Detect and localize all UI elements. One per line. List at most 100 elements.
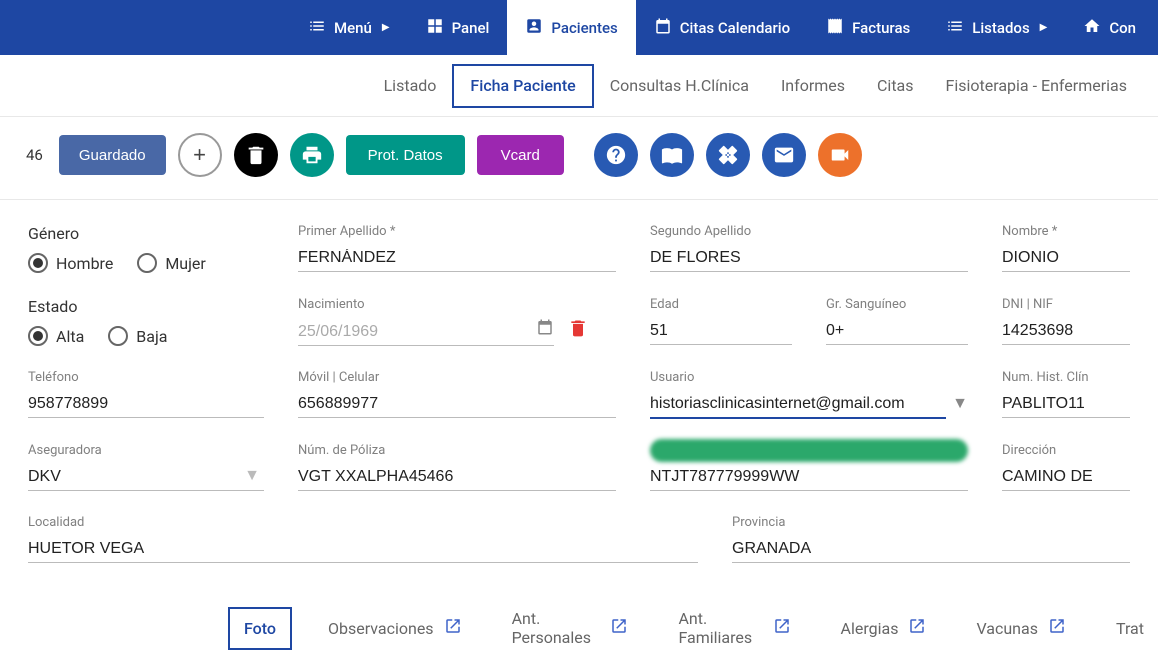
add-button[interactable]: + bbox=[178, 133, 222, 177]
num-hist-field[interactable] bbox=[1002, 391, 1130, 418]
open-external-icon[interactable] bbox=[908, 617, 926, 639]
sub-navigation: Listado Ficha Paciente Consultas H.Clíni… bbox=[0, 55, 1158, 117]
detail-tabs: Foto Observaciones Ant. Personales Ant. … bbox=[0, 589, 1158, 657]
chevron-right-icon: ▶ bbox=[1040, 22, 1048, 33]
radio-baja[interactable]: Baja bbox=[108, 326, 167, 346]
print-button[interactable] bbox=[290, 133, 334, 177]
help-button[interactable] bbox=[594, 133, 638, 177]
localidad-label: Localidad bbox=[28, 515, 698, 530]
nav-facturas-label: Facturas bbox=[852, 19, 910, 37]
prot-datos-button[interactable]: Prot. Datos bbox=[346, 135, 465, 175]
toolbar: 46 Guardado + Prot. Datos Vcard bbox=[0, 117, 1158, 200]
open-external-icon[interactable] bbox=[773, 617, 791, 639]
nav-listados[interactable]: Listados ▶ bbox=[928, 0, 1065, 55]
home-icon bbox=[1083, 17, 1101, 39]
list-icon bbox=[946, 17, 964, 39]
nombre-field[interactable] bbox=[1002, 245, 1130, 272]
nav-panel[interactable]: Panel bbox=[408, 0, 508, 55]
tab-ant-personales[interactable]: Ant. Personales bbox=[498, 599, 643, 657]
nav-menu[interactable]: Menú ▶ bbox=[290, 0, 408, 55]
subnav-informes[interactable]: Informes bbox=[765, 64, 861, 108]
open-external-icon[interactable] bbox=[610, 617, 628, 639]
radio-alta[interactable]: Alta bbox=[28, 326, 84, 346]
nacimiento-label: Nacimiento bbox=[298, 297, 616, 312]
book-button[interactable] bbox=[650, 133, 694, 177]
nav-config[interactable]: Con bbox=[1065, 0, 1154, 55]
tab-foto[interactable]: Foto bbox=[228, 607, 292, 650]
nacimiento-field[interactable] bbox=[298, 319, 554, 346]
patient-form: Género Hombre Mujer Primer Apellido * Se… bbox=[0, 200, 1158, 589]
nombre-label: Nombre * bbox=[1002, 224, 1130, 239]
aseguradora-label: Aseguradora bbox=[28, 443, 264, 458]
nav-pacientes-label: Pacientes bbox=[551, 19, 617, 37]
num-poliza-field[interactable] bbox=[298, 464, 616, 491]
segundo-apellido-field[interactable] bbox=[650, 245, 968, 272]
top-navigation: Menú ▶ Panel Pacientes Citas Calendario … bbox=[0, 0, 1158, 55]
nav-facturas[interactable]: Facturas bbox=[808, 0, 928, 55]
list-icon bbox=[308, 17, 326, 39]
tab-alergias[interactable]: Alergias bbox=[827, 607, 941, 649]
nav-panel-label: Panel bbox=[452, 19, 490, 37]
edad-field[interactable] bbox=[650, 318, 792, 345]
grid-icon bbox=[426, 17, 444, 39]
tab-vacunas[interactable]: Vacunas bbox=[962, 607, 1080, 649]
open-external-icon[interactable] bbox=[444, 617, 462, 639]
usuario-label: Usuario bbox=[650, 370, 968, 385]
calendar-icon[interactable] bbox=[536, 318, 554, 340]
nav-listados-label: Listados bbox=[972, 19, 1029, 37]
segundo-apellido-label: Segundo Apellido bbox=[650, 224, 968, 239]
calendar-icon bbox=[654, 17, 672, 39]
nav-menu-label: Menú bbox=[334, 19, 372, 37]
subnav-ficha-paciente[interactable]: Ficha Paciente bbox=[452, 64, 593, 108]
bandage-button[interactable] bbox=[706, 133, 750, 177]
provincia-field[interactable] bbox=[732, 536, 1130, 563]
genero-label: Género bbox=[28, 224, 264, 243]
radio-hombre[interactable]: Hombre bbox=[28, 253, 113, 273]
chevron-right-icon: ▶ bbox=[382, 22, 390, 33]
movil-field[interactable] bbox=[298, 391, 616, 418]
save-button[interactable]: Guardado bbox=[59, 135, 166, 175]
vcard-button[interactable]: Vcard bbox=[477, 135, 564, 175]
email-button[interactable] bbox=[762, 133, 806, 177]
usuario-field[interactable] bbox=[650, 391, 946, 419]
nav-citas-label: Citas Calendario bbox=[680, 19, 790, 37]
nav-pacientes[interactable]: Pacientes bbox=[507, 0, 635, 55]
subnav-consultas[interactable]: Consultas H.Clínica bbox=[594, 64, 765, 108]
tab-ant-familiares[interactable]: Ant. Familiares bbox=[664, 599, 804, 657]
provincia-label: Provincia bbox=[732, 515, 1130, 530]
num-hist-label: Num. Hist. Clín bbox=[1002, 370, 1130, 385]
subnav-listado[interactable]: Listado bbox=[368, 64, 453, 108]
hidden-field[interactable] bbox=[650, 464, 968, 491]
dropdown-icon[interactable]: ▼ bbox=[952, 393, 968, 413]
open-external-icon[interactable] bbox=[1048, 617, 1066, 639]
redacted-label bbox=[650, 439, 968, 462]
gr-sanguineo-label: Gr. Sanguíneo bbox=[826, 297, 968, 312]
tab-observaciones[interactable]: Observaciones bbox=[314, 607, 476, 649]
patient-id: 46 bbox=[26, 146, 43, 164]
edad-label: Edad bbox=[650, 297, 792, 312]
nav-config-label: Con bbox=[1109, 19, 1136, 37]
localidad-field[interactable] bbox=[28, 536, 698, 563]
patient-icon bbox=[525, 17, 543, 39]
radio-mujer[interactable]: Mujer bbox=[137, 253, 206, 273]
tab-tratamientos[interactable]: Trat bbox=[1102, 609, 1158, 648]
primer-apellido-field[interactable] bbox=[298, 245, 616, 272]
direccion-field[interactable] bbox=[1002, 464, 1130, 491]
primer-apellido-label: Primer Apellido * bbox=[298, 224, 616, 239]
aseguradora-field[interactable] bbox=[28, 464, 264, 491]
direccion-label: Dirección bbox=[1002, 443, 1130, 458]
nav-citas[interactable]: Citas Calendario bbox=[636, 0, 808, 55]
estado-label: Estado bbox=[28, 297, 264, 316]
subnav-citas[interactable]: Citas bbox=[861, 64, 930, 108]
movil-label: Móvil | Celular bbox=[298, 370, 616, 385]
dni-field[interactable] bbox=[1002, 318, 1130, 345]
delete-button[interactable] bbox=[234, 133, 278, 177]
invoice-icon bbox=[826, 17, 844, 39]
subnav-fisioterapia[interactable]: Fisioterapia - Enfermerias bbox=[930, 64, 1143, 108]
trash-icon[interactable] bbox=[568, 318, 588, 342]
telefono-label: Teléfono bbox=[28, 370, 264, 385]
telefono-field[interactable] bbox=[28, 391, 264, 418]
video-button[interactable] bbox=[818, 133, 862, 177]
dropdown-icon[interactable]: ▼ bbox=[244, 465, 260, 485]
gr-sanguineo-field[interactable] bbox=[826, 318, 968, 345]
